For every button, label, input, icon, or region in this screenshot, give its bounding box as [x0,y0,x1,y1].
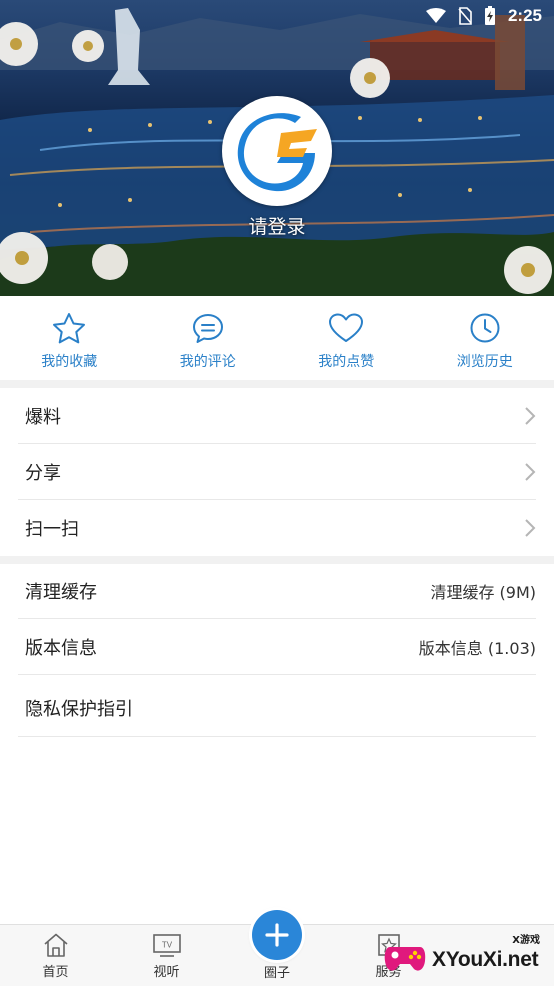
menu-item-report[interactable]: 爆料 [18,388,536,444]
watermark-small-text: X游戏 [512,935,540,946]
menu-item-label: 扫一扫 [25,519,79,540]
nav-home-label: 首页 [42,965,69,980]
menu-item-clear-cache[interactable]: 清理缓存 清理缓存 (9M) [18,563,536,619]
menu-item-label: 爆料 [25,406,61,428]
status-time: 2:25 [507,6,542,25]
chevron-right-icon [524,462,536,482]
menu-item-label: 隐私保护指引 [25,698,133,720]
comment-icon [192,314,223,343]
star-icon [53,313,86,344]
menu-item-label: 清理缓存 [25,581,97,603]
nav-home[interactable]: 首页 [0,925,111,986]
menu-item-label: 版本信息 [25,637,97,659]
nav-video-label: 视听 [153,965,180,980]
my-comments-label: 我的评论 [179,354,236,370]
section-divider [0,380,554,388]
profile-header: 2:25 请登录 [0,0,554,296]
menu-item-share[interactable]: 分享 [18,444,536,500]
quick-actions: 我的收藏 我的评论 我的点赞 浏览历史 [0,296,554,380]
no-sim-icon [458,7,472,25]
wifi-icon [425,8,446,24]
menu-item-scan[interactable]: 扫一扫 [18,500,536,556]
watermark-text: XYouXi.net [432,948,539,971]
browse-history-button[interactable]: 浏览历史 [416,296,554,380]
tv-icon: TV [152,934,181,957]
plus-icon [265,923,289,947]
version-value: 版本信息 (1.03) [418,638,536,658]
heart-icon [329,313,364,342]
nav-circle-label: 圈子 [263,966,290,981]
browse-history-label: 浏览历史 [456,354,513,370]
chevron-right-icon [524,518,536,538]
my-favorites-button[interactable]: 我的收藏 [0,296,139,380]
menu-item-label: 分享 [25,462,61,484]
circle-fab-button[interactable] [252,910,302,960]
my-likes-label: 我的点赞 [318,354,375,370]
cache-size-value: 清理缓存 (9M) [430,582,536,602]
nav-video[interactable]: TV 视听 [111,925,222,986]
site-watermark: XYouXi.net X游戏 [382,928,552,984]
gamepad-logo-icon [384,947,426,971]
my-comments-button[interactable]: 我的评论 [139,296,278,380]
my-favorites-label: 我的收藏 [41,354,98,370]
app-logo-icon [237,113,317,192]
login-prompt[interactable]: 请登录 [0,212,554,239]
menu-item-privacy-guide[interactable]: 隐私保护指引 [18,679,536,737]
status-bar: 2:25 [0,0,554,32]
home-icon [43,933,68,957]
svg-text:TV: TV [161,941,172,950]
chevron-right-icon [524,406,536,426]
user-avatar[interactable] [222,96,332,206]
my-likes-button[interactable]: 我的点赞 [277,296,416,380]
clock-icon [470,313,500,343]
battery-charging-icon [484,6,496,26]
menu-item-version-info[interactable]: 版本信息 版本信息 (1.03) [18,619,536,675]
